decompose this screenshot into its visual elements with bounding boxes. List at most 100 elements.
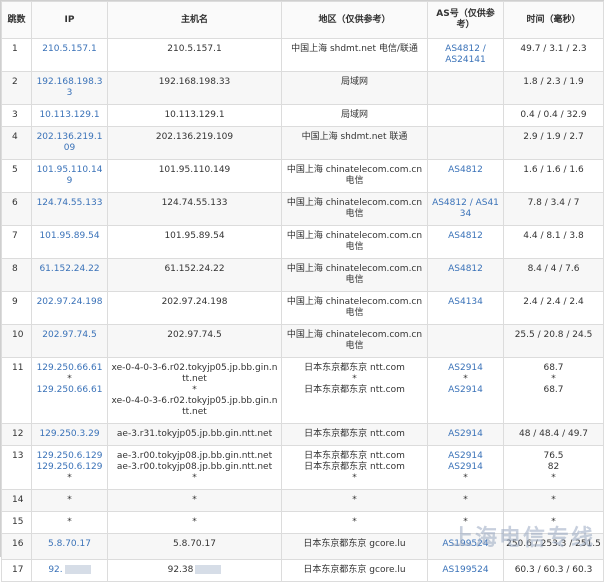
- region-cell: *: [281, 489, 428, 512]
- table-row: 1 210.5.157.1 210.5.157.1 中国上海 shdmt.net 电信…: [1, 38, 604, 72]
- hostname-text: *: [192, 495, 197, 505]
- hop-number: 5: [1, 159, 32, 193]
- as-cell: AS2914 * AS2914: [427, 357, 504, 424]
- region-text: 日本东京都东京 ntt.com: [304, 429, 405, 439]
- as-cell: *: [427, 511, 504, 534]
- hostname-text: *: [192, 385, 197, 395]
- hostname-cell: 202.97.24.198: [107, 291, 282, 325]
- region-text: 中国上海 shdmt.net 联通: [301, 132, 408, 142]
- latency-text: 60.3 / 60.3 / 60.3: [514, 565, 593, 575]
- hop-number: 4: [1, 126, 32, 160]
- ip-cell: 10.113.129.1: [31, 104, 108, 127]
- ip-link[interactable]: 129.250.66.61: [37, 363, 103, 373]
- hostname-cell: *: [107, 489, 282, 512]
- latency-cell: 7.8 / 3.4 / 7: [503, 192, 604, 226]
- latency-text: 1.8 / 2.3 / 1.9: [523, 77, 584, 87]
- region-text: 日本东京都东京 gcore.lu: [303, 565, 406, 575]
- ip-link[interactable]: 101.95.110.149: [37, 165, 103, 186]
- as-cell: AS4812: [427, 225, 504, 259]
- ip-cell: 101.95.110.149: [31, 159, 108, 193]
- as-link[interactable]: AS2914: [448, 462, 483, 472]
- ip-link[interactable]: 202.97.74.5: [42, 330, 96, 340]
- region-text: 中国上海 shdmt.net 电信/联通: [291, 44, 418, 54]
- ip-link[interactable]: 92.: [48, 565, 62, 575]
- region-text: 日本东京都东京 gcore.lu: [303, 539, 406, 549]
- as-cell: AS4812 / AS4134: [427, 192, 504, 226]
- region-text: 中国上海 chinatelecom.com.cn 电信: [286, 264, 423, 285]
- as-cell: AS4812 /AS24141: [427, 38, 504, 72]
- table-row: 13 129.250.6.129 129.250.6.129 * ae-3.r00.to…: [1, 445, 604, 490]
- latency-cell: 2.9 / 1.9 / 2.7: [503, 126, 604, 160]
- hostname-cell: 210.5.157.1: [107, 38, 282, 72]
- region-cell: 中国上海 shdmt.net 联通: [281, 126, 428, 160]
- ip-link[interactable]: 129.250.6.129: [37, 462, 103, 472]
- region-cell: 中国上海 chinatelecom.com.cn 电信: [281, 159, 428, 193]
- header-ip: IP: [31, 1, 108, 39]
- as-link[interactable]: AS2914: [448, 451, 483, 461]
- latency-text: 250.6 / 253.3 / 251.5: [506, 539, 601, 549]
- table-row: 11 129.250.66.61 * 129.250.66.61 xe-0-4-0-3-…: [1, 357, 604, 424]
- as-link[interactable]: AS2914: [448, 429, 483, 439]
- region-cell: 局域网: [281, 104, 428, 127]
- as-link[interactable]: AS199524: [442, 565, 488, 575]
- as-cell: [427, 126, 504, 160]
- latency-text: *: [551, 473, 556, 483]
- latency-cell: 1.8 / 2.3 / 1.9: [503, 71, 604, 105]
- as-cell: *: [427, 489, 504, 512]
- as-link[interactable]: AS4812: [448, 264, 483, 274]
- ip-text: *: [67, 374, 72, 384]
- header-region: 地区（仅供参考）: [281, 1, 428, 39]
- as-link[interactable]: AS4812 / AS4134: [432, 198, 499, 219]
- ip-link[interactable]: 5.8.70.17: [48, 539, 91, 549]
- as-link[interactable]: AS4134: [448, 297, 483, 307]
- ip-cell: 124.74.55.133: [31, 192, 108, 226]
- latency-cell: 68.7 * 68.7: [503, 357, 604, 424]
- hop-number: 12: [1, 423, 32, 446]
- as-link[interactable]: AS2914: [448, 385, 483, 395]
- latency-cell: 76.5 82 *: [503, 445, 604, 490]
- as-link[interactable]: AS2914: [448, 363, 483, 373]
- as-text: *: [463, 517, 468, 527]
- ip-link[interactable]: 124.74.55.133: [37, 198, 103, 208]
- hostname-cell: xe-0-4-0-3-6.r02.tokyjp05.jp.bb.gin.ntt.…: [107, 357, 282, 424]
- as-link[interactable]: AS4812: [448, 231, 483, 241]
- latency-cell: 49.7 / 3.1 / 2.3: [503, 38, 604, 72]
- hostname-text: 192.168.198.33: [158, 77, 231, 87]
- ip-link[interactable]: 202.97.24.198: [37, 297, 103, 307]
- as-link[interactable]: AS24141: [445, 55, 486, 65]
- hostname-text: ae-3.r00.tokyjp08.jp.bb.gin.ntt.net: [116, 451, 273, 461]
- ip-link[interactable]: 210.5.157.1: [42, 44, 96, 54]
- ip-text: *: [67, 517, 72, 527]
- ip-cell: 61.152.24.22: [31, 258, 108, 292]
- ip-link[interactable]: 192.168.198.33: [37, 77, 103, 98]
- table-row: 4 202.136.219.109 202.136.219.109 中国上海 shdm…: [1, 126, 604, 160]
- ip-link[interactable]: 61.152.24.22: [39, 264, 99, 274]
- hop-number: 10: [1, 324, 32, 358]
- region-cell: 中国上海 chinatelecom.com.cn 电信: [281, 225, 428, 259]
- region-text: *: [352, 495, 357, 505]
- hop-number: 1: [1, 38, 32, 72]
- ip-link[interactable]: 129.250.66.61: [37, 385, 103, 395]
- hop-number: 15: [1, 511, 32, 534]
- table-row: 6 124.74.55.133 124.74.55.133 中国上海 chinatel…: [1, 192, 604, 226]
- latency-text: 2.9 / 1.9 / 2.7: [523, 132, 584, 142]
- ip-cell: *: [31, 511, 108, 534]
- table-row: 3 10.113.129.1 10.113.129.1 局域网 0.4 / 0.4 / …: [1, 104, 604, 127]
- hostname-cell: ae-3.r31.tokyjp05.jp.bb.gin.ntt.net: [107, 423, 282, 446]
- ip-link[interactable]: 101.95.89.54: [39, 231, 99, 241]
- as-link[interactable]: AS4812: [448, 165, 483, 175]
- as-link[interactable]: AS199524: [442, 539, 488, 549]
- latency-cell: 2.4 / 2.4 / 2.4: [503, 291, 604, 325]
- ip-link[interactable]: 10.113.129.1: [39, 110, 99, 120]
- hop-number: 2: [1, 71, 32, 105]
- as-link[interactable]: AS4812 /: [445, 44, 486, 54]
- as-cell: AS199524: [427, 533, 504, 560]
- latency-cell: 0.4 / 0.4 / 32.9: [503, 104, 604, 127]
- region-cell: 中国上海 chinatelecom.com.cn 电信: [281, 291, 428, 325]
- hop-number: 3: [1, 104, 32, 127]
- ip-link[interactable]: 202.136.219.109: [37, 132, 103, 153]
- ip-link[interactable]: 129.250.3.29: [39, 429, 99, 439]
- ip-cell: 192.168.198.33: [31, 71, 108, 105]
- region-cell: 日本东京都东京 ntt.com 日本东京都东京 ntt.com *: [281, 445, 428, 490]
- ip-link[interactable]: 129.250.6.129: [37, 451, 103, 461]
